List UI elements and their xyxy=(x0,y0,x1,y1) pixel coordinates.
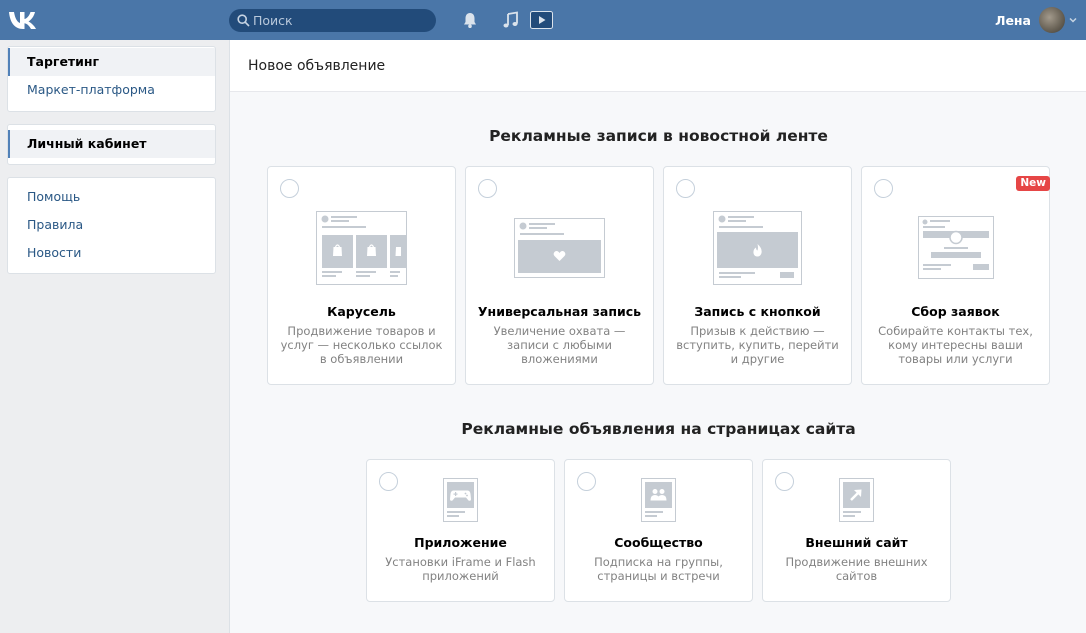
video-icon[interactable] xyxy=(530,10,553,30)
card-description: Установки iFrame и Flash приложений xyxy=(385,555,536,583)
external-link-icon xyxy=(763,478,950,522)
lead-form-icon xyxy=(862,216,1049,279)
sidebar-item-rules[interactable]: Правила xyxy=(8,211,215,239)
sidebar-item-targeting[interactable]: Таргетинг xyxy=(8,48,215,76)
card-title: Запись с кнопкой xyxy=(694,304,821,319)
card-carousel[interactable]: Карусель Продвижение товаров и услуг — н… xyxy=(267,166,456,385)
music-icon[interactable] xyxy=(501,10,521,30)
card-universal-post[interactable]: Универсальная запись Увеличение охвата —… xyxy=(465,166,654,385)
universal-post-icon xyxy=(466,218,653,278)
main-panel: Новое объявление Рекламные записи в ново… xyxy=(229,40,1086,633)
community-icon xyxy=(565,478,752,522)
button-post-icon xyxy=(664,211,851,285)
card-app[interactable]: Приложение Установки iFrame и Flash прил… xyxy=(366,459,555,602)
section-title-site: Рекламные объявления на страницах сайта xyxy=(461,420,856,438)
user-menu[interactable]: Лена xyxy=(995,7,1078,33)
search-box[interactable] xyxy=(229,9,436,32)
search-input[interactable] xyxy=(253,9,429,32)
card-external-site[interactable]: Внешний сайт Продвижение внешних сайтов xyxy=(762,459,951,602)
card-title: Карусель xyxy=(327,304,396,319)
card-title: Внешний сайт xyxy=(805,535,908,550)
card-description: Продвижение товаров и услуг — несколько … xyxy=(280,324,443,366)
radio-universal-post[interactable] xyxy=(478,179,497,198)
search-icon xyxy=(237,14,250,27)
card-button-post[interactable]: Запись с кнопкой Призыв к действию — вст… xyxy=(663,166,852,385)
sidebar-item-personal-account[interactable]: Личный кабинет xyxy=(8,130,215,158)
vk-logo-icon[interactable] xyxy=(8,9,40,31)
radio-carousel[interactable] xyxy=(280,179,299,198)
card-description: Призыв к действию — вступить, купить, пе… xyxy=(676,324,839,366)
card-title: Сбор заявок xyxy=(911,304,1000,319)
card-title: Универсальная запись xyxy=(477,304,642,319)
card-title: Приложение xyxy=(414,535,507,550)
gamepad-icon xyxy=(367,478,554,522)
top-bar: Лена xyxy=(0,0,1086,40)
card-community[interactable]: Сообщество Подписка на группы, страницы … xyxy=(564,459,753,602)
bell-icon[interactable] xyxy=(460,10,480,30)
card-title: Сообщество xyxy=(614,535,703,550)
sidebar-group-targeting: Таргетинг Маркет-платформа xyxy=(7,46,216,112)
sidebar-item-market-platform[interactable]: Маркет-платформа xyxy=(8,76,215,104)
sidebar-group-help: Помощь Правила Новости xyxy=(7,177,216,274)
user-name: Лена xyxy=(995,12,1031,28)
card-description: Продвижение внешних сайтов xyxy=(785,555,928,583)
new-badge: New xyxy=(1016,176,1050,191)
chevron-down-icon[interactable] xyxy=(1068,15,1078,25)
card-description: Подписка на группы, страницы и встречи xyxy=(594,555,723,583)
sidebar-group-account: Личный кабинет xyxy=(7,124,216,165)
radio-lead-form[interactable] xyxy=(874,179,893,198)
section-title-feed: Рекламные записи в новостной ленте xyxy=(489,127,828,145)
sidebar-item-help[interactable]: Помощь xyxy=(8,183,215,211)
card-description: Собирайте контакты тех, кому интересны в… xyxy=(878,324,1033,366)
carousel-icon xyxy=(268,211,455,285)
avatar[interactable] xyxy=(1039,7,1065,33)
card-lead-form[interactable]: New Сбор заявок Собирайте контакты тех, … xyxy=(861,166,1050,385)
card-description: Увеличение охвата — записи с любыми влож… xyxy=(493,324,626,366)
sidebar-item-news[interactable]: Новости xyxy=(8,239,215,267)
page-title: Новое объявление xyxy=(230,40,1086,92)
radio-button-post[interactable] xyxy=(676,179,695,198)
